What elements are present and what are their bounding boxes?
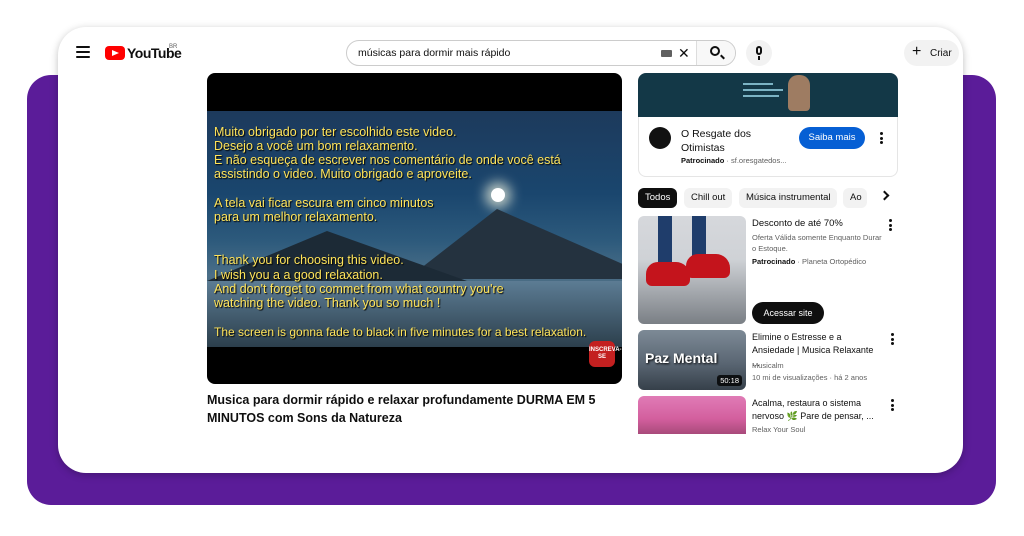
video-title: Musica para dormir rápido e relaxar prof…: [207, 393, 596, 425]
chip-musica-instrumental[interactable]: Música instrumental: [739, 188, 838, 208]
more-options-icon[interactable]: [889, 219, 893, 231]
shoe-ad-thumbnail[interactable]: [638, 216, 746, 324]
video-stats: 10 mi de visualizações · há 2 anos: [752, 373, 868, 382]
channel-name[interactable]: Relax Your Soul: [752, 424, 805, 435]
video-thumbnail[interactable]: Paz Mental 50:18: [638, 330, 746, 390]
sponsored-label: Patrocinado: [752, 257, 796, 266]
item-sponsor-line: Patrocinado · Planeta Ortopédico: [752, 257, 867, 266]
caption-line: E não esqueça de escrever nos comentário…: [214, 153, 561, 167]
keyboard-icon[interactable]: [661, 50, 672, 57]
top-bar: YouTube BR músicas para dormir mais rápi…: [58, 27, 963, 79]
ad-title[interactable]: O Resgate dos Otimistas: [681, 127, 791, 155]
caption-line: I wish you a a good relaxation.: [214, 268, 383, 282]
ad-person-image: [788, 75, 810, 111]
ad-domain: sf.oresgatedos...: [731, 156, 787, 165]
more-options-icon[interactable]: [891, 333, 895, 345]
search-box[interactable]: músicas para dormir mais rápido ✕: [346, 40, 736, 66]
ad-banner[interactable]: [638, 73, 898, 117]
more-options-icon[interactable]: [880, 132, 884, 144]
chip-todos[interactable]: Todos: [638, 188, 678, 208]
leg: [658, 216, 672, 264]
subscribe-badge: INSCREVA-SE: [589, 341, 622, 367]
thumbnail-text: Paz Mental: [645, 350, 718, 366]
caption-line: para um melhor relaxamento.: [214, 210, 378, 224]
banner-text: [743, 89, 783, 91]
red-shoe: [646, 262, 690, 286]
caption-line: Muito obrigado por ter escolhido este vi…: [214, 125, 457, 139]
red-shoe: [686, 254, 730, 278]
voice-search-button[interactable]: [746, 40, 772, 66]
item-title[interactable]: Desconto de até 70%: [752, 217, 882, 230]
menu-icon[interactable]: [76, 46, 90, 58]
item-description: Oferta Válida somente Enquanto Durar o E…: [752, 233, 882, 253]
clear-search-icon[interactable]: ✕: [678, 46, 690, 60]
caption-line: The screen is gonna fade to black in fiv…: [214, 325, 587, 339]
video-item[interactable]: Paz Mental 50:18 Elimine o Estresse e a …: [638, 330, 898, 392]
video-thumbnail[interactable]: [638, 396, 746, 434]
video-player[interactable]: Muito obrigado por ter escolhido este vi…: [207, 73, 622, 384]
advertiser-avatar: [649, 127, 671, 149]
microphone-icon: [756, 46, 762, 55]
chevron-right-icon[interactable]: [879, 190, 890, 201]
search-input[interactable]: músicas para dormir mais rápido: [358, 47, 510, 59]
visit-site-button[interactable]: Acessar site: [752, 302, 824, 324]
chip-ao[interactable]: Ao: [843, 188, 867, 208]
chip-chill-out[interactable]: Chill out: [684, 188, 733, 208]
filter-chips: Todos Chill out Música instrumental Ao: [638, 188, 898, 210]
leg: [692, 216, 706, 256]
duration-badge: 50:18: [717, 375, 742, 386]
create-label: Criar: [930, 48, 952, 59]
plus-icon: +: [912, 43, 922, 60]
ad-sponsor-line: Patrocinado · sf.oresgatedos...: [681, 156, 787, 165]
caption-line: assistindo o video. Muito obrigado e apr…: [214, 167, 472, 181]
advertiser-name: Planeta Ortopédico: [802, 257, 867, 266]
sponsored-item[interactable]: Desconto de até 70% Oferta Válida soment…: [638, 216, 898, 326]
moon: [491, 188, 505, 202]
caption-line: Desejo a você um bom relaxamento.: [214, 139, 418, 153]
microphone-stand: [758, 56, 760, 60]
channel-name[interactable]: Musicalm: [752, 360, 784, 371]
caption-line: A tela vai ficar escura em cinco minutos: [214, 196, 434, 210]
more-options-icon[interactable]: [891, 399, 895, 411]
item-title[interactable]: Acalma, restaura o sistema nervoso 🌿 Par…: [752, 397, 882, 423]
create-button[interactable]: + Criar: [904, 40, 959, 66]
learn-more-button[interactable]: Saiba mais: [799, 127, 865, 149]
caption-line: And don't forget to commet from what cou…: [214, 282, 504, 296]
browser-window: YouTube BR músicas para dormir mais rápi…: [58, 27, 963, 473]
caption-line: watching the video. Thank you so much !: [214, 296, 441, 310]
banner-text: [743, 95, 779, 97]
caption-line: Thank you for choosing this video.: [214, 253, 404, 267]
sponsored-label: Patrocinado: [681, 156, 725, 165]
banner-text: [743, 83, 773, 85]
youtube-play-icon: [105, 46, 125, 60]
region-code: BR: [169, 44, 178, 50]
search-button[interactable]: [697, 41, 735, 65]
search-icon: [710, 46, 720, 56]
ad-card[interactable]: O Resgate dos Otimistas Patrocinado · sf…: [638, 117, 898, 177]
video-item[interactable]: Acalma, restaura o sistema nervoso 🌿 Par…: [638, 396, 898, 436]
